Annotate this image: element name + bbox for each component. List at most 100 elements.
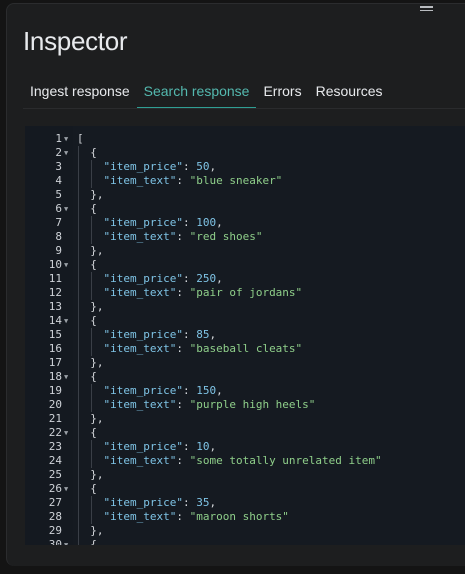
code-token: },: [77, 188, 104, 201]
code-token: "item_price": [77, 440, 183, 453]
indent-guide: [90, 440, 92, 468]
code-text: },: [77, 188, 104, 202]
code-token: ,: [209, 440, 217, 453]
code-token: {: [77, 314, 97, 327]
code-text: },: [77, 412, 103, 426]
code-token: :: [176, 454, 190, 467]
indent-guide: [90, 160, 92, 188]
line-number: 25: [48, 468, 62, 481]
code-text: "item_text": "red shoes": [77, 230, 262, 244]
tab-bar: Ingest response Search response Errors R…: [23, 76, 465, 109]
code-token: "item_text": [77, 398, 177, 411]
line-number: 4: [55, 174, 62, 187]
indent-guide: [90, 328, 92, 356]
json-code-editor[interactable]: 1 ▼[2 ▼ {3 "item_price": 50, 4 "item_text":…: [25, 126, 465, 545]
code-token: "item_price": [77, 216, 183, 229]
tab-errors[interactable]: Errors: [256, 76, 308, 108]
code-token: "item_price": [77, 328, 183, 341]
code-text: "item_price": 100,: [77, 216, 223, 230]
fold-arrow-icon[interactable]: ▼: [64, 146, 72, 160]
code-token: :: [182, 272, 197, 285]
code-text: {: [77, 426, 97, 440]
code-text: {: [77, 146, 97, 160]
line-number: 1: [55, 132, 62, 145]
line-number: 21: [48, 412, 62, 425]
code-token: :: [182, 440, 197, 453]
code-token: {: [77, 202, 97, 215]
code-token: ,: [216, 216, 223, 229]
code-text: "item_price": 85,: [77, 328, 216, 342]
indent-guide: [90, 496, 92, 524]
page-title: Inspector: [23, 26, 128, 56]
code-token: {: [77, 538, 97, 545]
code-text: {: [77, 538, 97, 545]
code-token: "item_price": [77, 160, 183, 173]
tab-resources[interactable]: Resources: [309, 76, 390, 108]
code-text: "item_price": 35,: [77, 496, 216, 510]
code-token: "item_text": [77, 342, 177, 355]
code-token: ,: [209, 160, 217, 173]
fold-arrow-icon[interactable]: ▼: [64, 370, 72, 384]
indent-guide: [90, 272, 92, 300]
indent-guide: [90, 216, 92, 244]
code-token: 85: [196, 328, 210, 341]
indent-guide: [77, 146, 79, 545]
line-number: 24: [48, 454, 62, 467]
tab-ingest-response[interactable]: Ingest response: [23, 76, 137, 108]
line-number: 7: [55, 216, 62, 229]
code-text: [: [77, 132, 84, 146]
code-text: {: [77, 482, 97, 496]
fold-arrow-icon[interactable]: ▼: [64, 202, 72, 216]
code-text: "item_price": 150,: [77, 384, 222, 398]
line-number: 22: [48, 426, 62, 439]
code-token: "item_price": [77, 496, 183, 509]
fold-arrow-icon[interactable]: ▼: [64, 132, 72, 146]
indent-guide: [90, 384, 92, 412]
line-number: 23: [48, 440, 62, 453]
code-token: "item_price": [77, 384, 183, 397]
line-number: 9: [55, 244, 62, 257]
code-token: ,: [216, 272, 223, 285]
line-number: 29: [48, 524, 62, 537]
code-token: {: [77, 146, 97, 159]
code-token: "item_text": [77, 174, 177, 187]
code-token: {: [77, 482, 97, 495]
line-number: 28: [48, 510, 62, 523]
code-text: "item_price": 10,: [77, 440, 216, 454]
code-text: },: [77, 300, 104, 314]
fold-arrow-icon[interactable]: ▼: [64, 314, 72, 328]
code-token: :: [182, 496, 197, 509]
drag-handle-icon[interactable]: [420, 6, 433, 12]
line-number: 30: [48, 538, 62, 545]
code-token: "maroon shorts": [189, 510, 289, 523]
code-text: "item_text": "pair of jordans": [77, 286, 302, 300]
code-token: :: [176, 342, 190, 355]
fold-arrow-icon[interactable]: ▼: [64, 482, 72, 496]
line-number: 15: [48, 328, 62, 341]
fold-arrow-icon[interactable]: ▼: [64, 426, 72, 440]
code-token: 250: [196, 272, 217, 285]
code-token: "item_text": [77, 286, 177, 299]
code-token: },: [77, 468, 104, 481]
code-token: 50: [196, 160, 210, 173]
code-text: "item_price": 250,: [77, 272, 223, 286]
inspector-panel: Inspector Ingest response Search respons…: [6, 3, 465, 566]
line-number: 18: [48, 370, 62, 383]
code-token: {: [77, 370, 97, 383]
code-text: "item_text": "purple high heels": [77, 398, 315, 412]
code-token: ,: [209, 496, 217, 509]
tab-search-response[interactable]: Search response: [136, 76, 257, 109]
code-token: [: [77, 132, 84, 145]
line-number: 8: [55, 230, 62, 243]
line-number: 13: [48, 300, 62, 313]
fold-arrow-icon[interactable]: ▼: [64, 258, 72, 272]
code-token: "some totally unrelated item": [189, 454, 382, 467]
code-token: },: [77, 244, 104, 257]
line-number: 19: [48, 384, 62, 397]
code-text: },: [77, 468, 104, 482]
code-token: },: [77, 300, 104, 313]
code-text: "item_text": "some totally unrelated ite…: [77, 454, 382, 468]
code-token: "item_text": [77, 510, 177, 523]
fold-arrow-icon[interactable]: ▼: [64, 538, 72, 545]
line-number: 16: [48, 342, 62, 355]
